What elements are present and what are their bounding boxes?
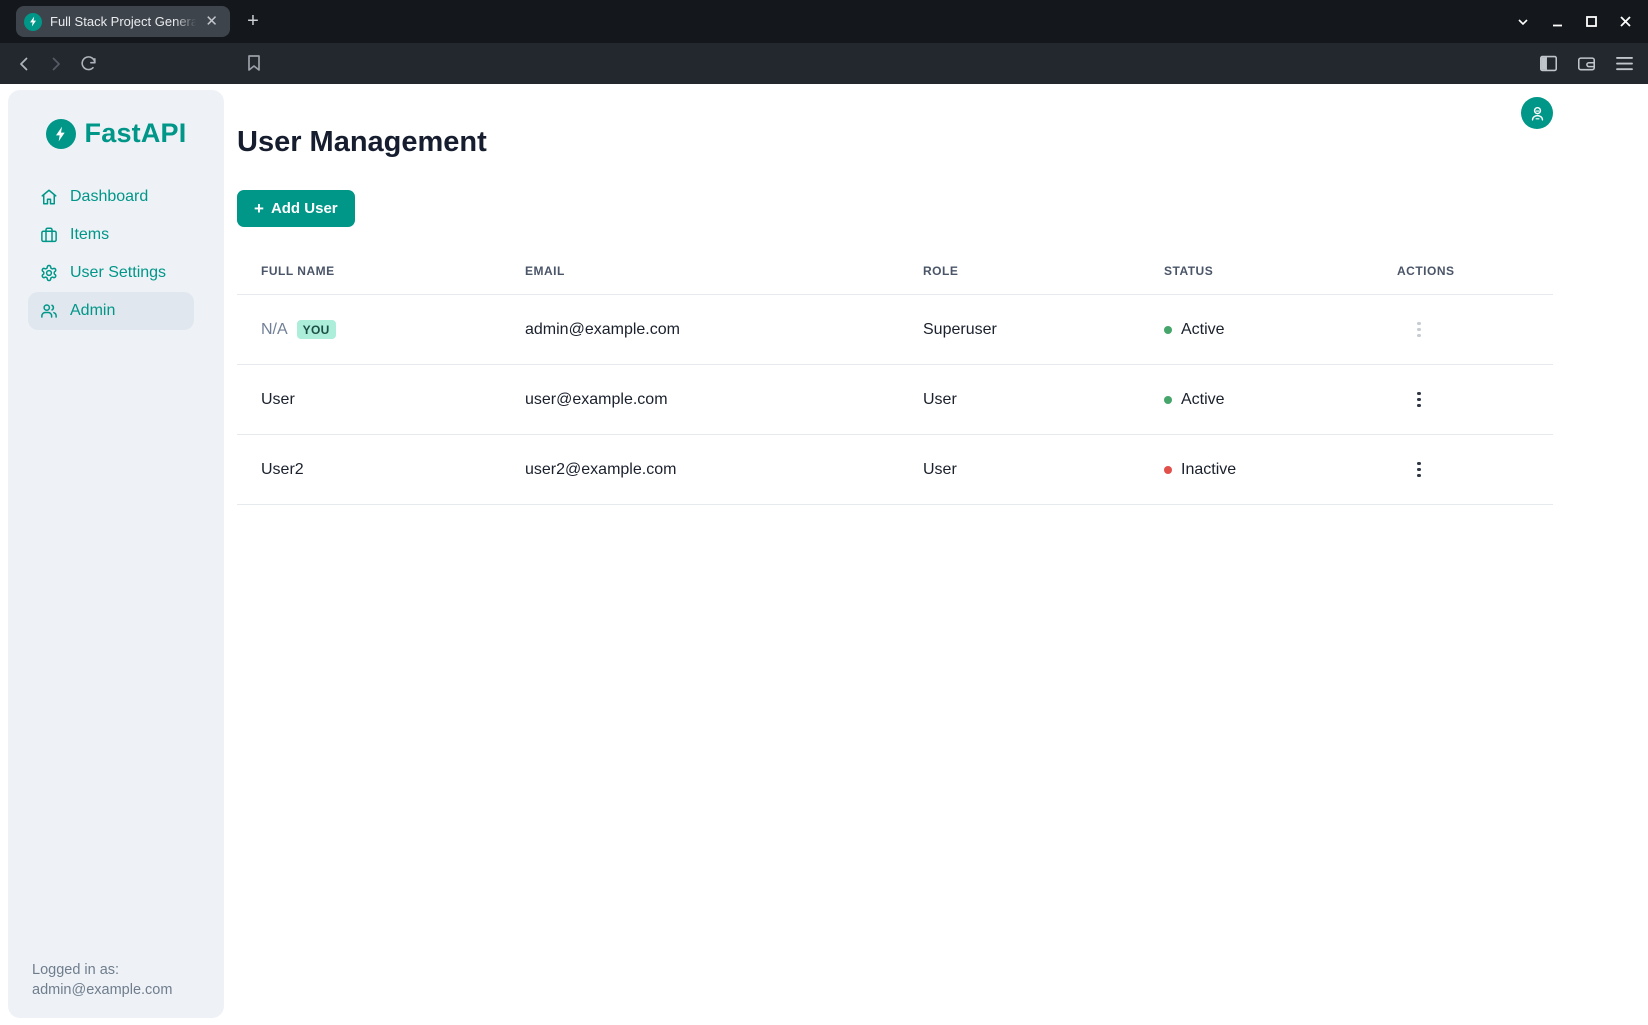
users-table: FULL NAMEEMAILROLESTATUSACTIONS N/A YOU ad… [237, 236, 1553, 505]
full-name-text: User2 [261, 461, 304, 479]
app-page: FastAPI Dashboard Items User Settings Admin… [0, 84, 1648, 1025]
full-name-text: N/A [261, 321, 288, 339]
plus-icon: + [254, 200, 264, 217]
gear-icon [40, 264, 58, 282]
nav-buttons [8, 43, 104, 84]
new-tab-button[interactable]: + [240, 8, 266, 34]
sidebar-item-label: User Settings [70, 264, 166, 282]
status-dot-active [1164, 326, 1172, 334]
user-astronaut-icon [1529, 105, 1546, 122]
column-header-status: STATUS [1140, 264, 1373, 294]
sidebar-item-label: Dashboard [70, 188, 148, 206]
table-header-row: FULL NAMEEMAILROLESTATUSACTIONS [237, 236, 1553, 295]
cell-full-name: N/A YOU [237, 320, 501, 339]
browser-tab[interactable]: Full Stack Project Genera ✕ [16, 6, 230, 37]
window-controls [1506, 0, 1642, 43]
status-dot-inactive [1164, 466, 1172, 474]
maximize-button[interactable] [1574, 0, 1608, 43]
logged-in-info: Logged in as: admin@example.com [32, 960, 172, 1000]
status-text: Active [1181, 321, 1225, 339]
sidebar-item-user-settings[interactable]: User Settings [28, 254, 194, 292]
tab-search-chevron-icon[interactable] [1506, 0, 1540, 43]
tab-strip: Full Stack Project Genera ✕ + [0, 0, 1648, 43]
logged-in-label: Logged in as: [32, 960, 172, 980]
cell-actions [1373, 386, 1553, 414]
cell-full-name: User [237, 391, 501, 409]
table-row: Useruser@example.comUserActive [237, 365, 1553, 435]
cell-actions [1373, 456, 1553, 484]
sidebar-item-dashboard[interactable]: Dashboard [28, 178, 194, 216]
briefcase-icon [40, 226, 58, 244]
add-user-button[interactable]: + Add User [237, 190, 355, 227]
back-button[interactable] [8, 48, 40, 80]
browser-window: Full Stack Project Genera ✕ + [0, 0, 1648, 1025]
sidebar-item-items[interactable]: Items [28, 216, 194, 254]
users-icon [40, 302, 58, 320]
page-title: User Management [237, 126, 487, 159]
table-row: N/A YOU admin@example.comSuperuser Active [237, 295, 1553, 365]
sidebar: FastAPI Dashboard Items User Settings Admin… [8, 90, 224, 1018]
column-header-role: ROLE [899, 264, 1140, 294]
column-header-actions: ACTIONS [1373, 264, 1553, 294]
bookmarks-icon[interactable] [238, 47, 270, 79]
cell-actions [1373, 316, 1553, 344]
cell-role: User [899, 391, 1140, 409]
row-actions-menu-icon[interactable] [1409, 386, 1429, 414]
logged-in-email: admin@example.com [32, 980, 172, 1000]
cell-status: Active [1140, 391, 1373, 409]
column-header-email: EMAIL [501, 264, 899, 294]
table-body: N/A YOU admin@example.comSuperuser Active Us… [237, 295, 1553, 505]
fastapi-logo-icon [46, 119, 76, 149]
cell-email: admin@example.com [501, 321, 899, 339]
cell-status: Active [1140, 321, 1373, 339]
refresh-button[interactable] [72, 48, 104, 80]
full-name-text: User [261, 391, 295, 409]
close-window-button[interactable] [1608, 0, 1642, 43]
side-panel-icon[interactable] [1534, 50, 1562, 78]
add-user-label: Add User [271, 200, 338, 217]
cell-full-name: User2 [237, 461, 501, 479]
table-row: User2 user2@example.comUser Inactive [237, 435, 1553, 505]
tab-close-icon[interactable]: ✕ [201, 12, 222, 31]
user-menu-button[interactable] [1521, 97, 1553, 129]
tab-title: Full Stack Project Genera [50, 14, 201, 29]
cell-role: Superuser [899, 321, 1140, 339]
status-text: Active [1181, 391, 1225, 409]
sidebar-item-admin[interactable]: Admin [28, 292, 194, 330]
home-icon [40, 188, 58, 206]
browser-toolbar: i localhost/admin [0, 43, 1648, 84]
cell-status: Inactive [1140, 461, 1373, 479]
forward-button[interactable] [40, 48, 72, 80]
cell-email: user2@example.com [501, 461, 899, 479]
status-text: Inactive [1181, 461, 1236, 479]
cell-role: User [899, 461, 1140, 479]
fastapi-logo: FastAPI [8, 118, 224, 149]
fastapi-favicon-icon [24, 13, 42, 31]
fastapi-logo-text: FastAPI [85, 118, 187, 149]
menu-hamburger-icon[interactable] [1610, 50, 1638, 78]
status-dot-active [1164, 396, 1172, 404]
sidebar-nav: Dashboard Items User Settings Admin [8, 178, 224, 330]
minimize-button[interactable] [1540, 0, 1574, 43]
sidebar-item-label: Admin [70, 302, 115, 320]
wallet-icon[interactable] [1572, 50, 1600, 78]
row-actions-menu-icon [1409, 316, 1429, 344]
cell-email: user@example.com [501, 391, 899, 409]
toolbar-right-icons [1534, 43, 1638, 84]
column-header-full-name: FULL NAME [237, 264, 501, 294]
row-actions-menu-icon[interactable] [1409, 456, 1429, 484]
you-badge: YOU [297, 320, 336, 339]
sidebar-item-label: Items [70, 226, 109, 244]
